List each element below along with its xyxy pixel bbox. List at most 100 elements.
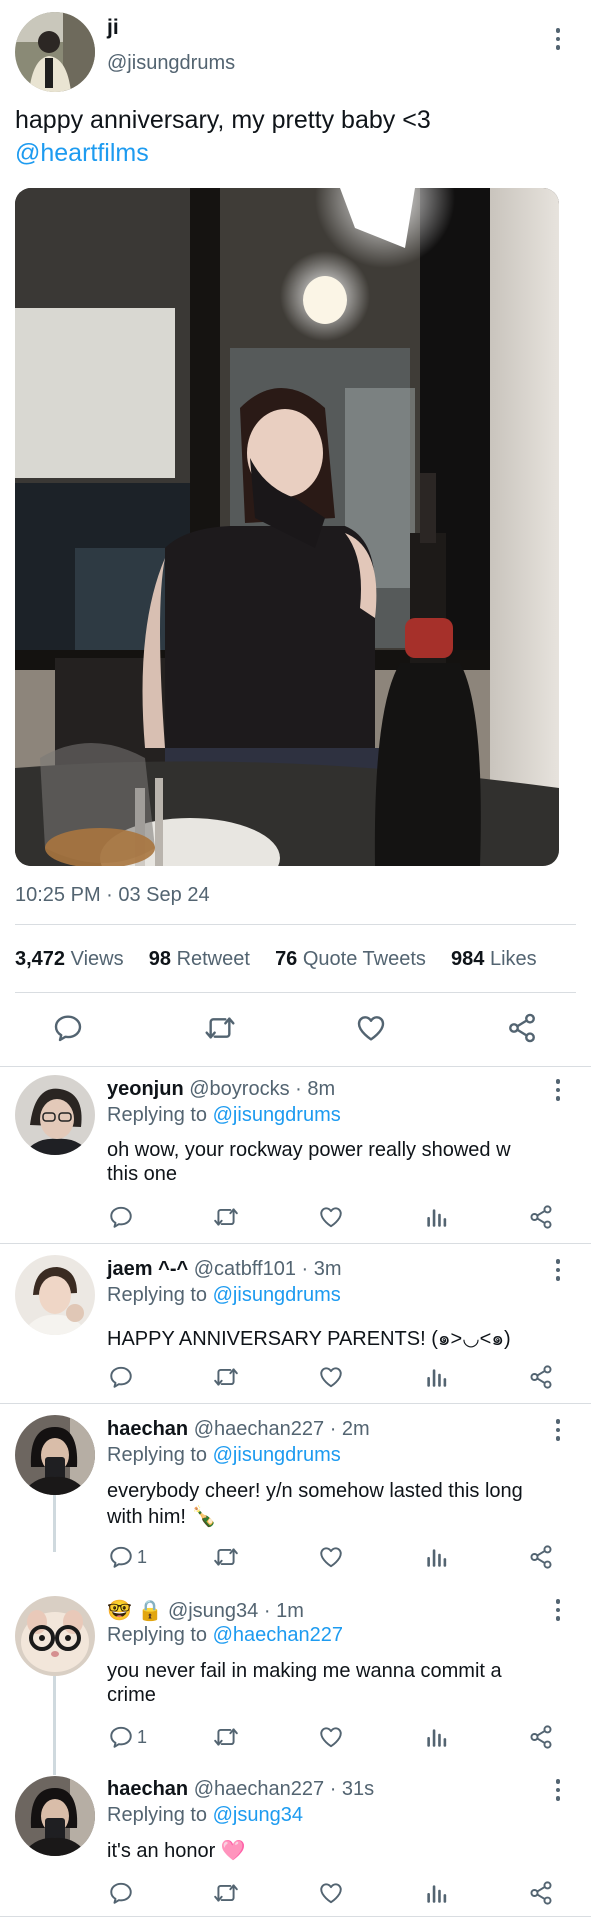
divider xyxy=(0,1066,591,1067)
replying-to-mention[interactable]: @jsung34 xyxy=(213,1804,303,1826)
views-icon[interactable] xyxy=(423,1204,449,1230)
reply-icon[interactable]: 1 xyxy=(108,1544,147,1570)
replying-to: Replying to @jsung34 xyxy=(107,1804,303,1826)
views-icon[interactable] xyxy=(423,1880,449,1906)
quotes-stat[interactable]: 76 Quote Tweets xyxy=(275,948,426,970)
tweet-stats: 3,472 Views 98 Retweet 76 Quote Tweets 9… xyxy=(15,948,537,971)
reply-text-line2: crime xyxy=(107,1684,156,1706)
views-icon[interactable] xyxy=(423,1544,449,1570)
tweet-text: happy anniversary, my pretty baby <3 xyxy=(15,106,431,134)
views-stat[interactable]: 3,472 Views xyxy=(15,948,124,970)
author-avatar[interactable] xyxy=(15,12,95,92)
divider xyxy=(0,1243,591,1244)
share-icon[interactable] xyxy=(528,1204,554,1230)
divider xyxy=(0,1403,591,1404)
reply-header: haechan @haechan227 · 31s xyxy=(107,1778,374,1801)
share-icon[interactable] xyxy=(528,1544,554,1570)
divider xyxy=(15,924,576,925)
reply-header: jaem ^-^ @catbff101 · 3m xyxy=(107,1258,342,1281)
avatar[interactable] xyxy=(15,1776,95,1856)
retweet-icon[interactable] xyxy=(213,1880,239,1906)
divider xyxy=(15,992,576,993)
retweets-stat[interactable]: 98 Retweet xyxy=(149,948,250,970)
reply-icon[interactable] xyxy=(108,1880,134,1906)
reply-text: you never fail in making me wanna commit… xyxy=(107,1660,502,1682)
reply-author-name[interactable]: yeonjun xyxy=(107,1078,184,1100)
avatar[interactable] xyxy=(15,1255,95,1335)
reply-time: · 1m xyxy=(263,1600,304,1622)
avatar[interactable] xyxy=(15,1075,95,1155)
retweet-icon[interactable] xyxy=(213,1724,239,1750)
share-icon[interactable] xyxy=(528,1724,554,1750)
more-icon[interactable] xyxy=(548,1415,568,1445)
heart-icon[interactable] xyxy=(355,1012,387,1044)
replying-to-mention[interactable]: @jisungdrums xyxy=(213,1444,341,1466)
more-icon[interactable] xyxy=(548,1775,568,1805)
reply-text: it's an honor 🩷 xyxy=(107,1840,246,1862)
thread-line xyxy=(53,1495,56,1552)
reply-icon[interactable] xyxy=(108,1204,134,1230)
reply-text-line2: this one xyxy=(107,1163,178,1185)
thread-line xyxy=(53,1676,56,1775)
replying-to: Replying to @jisungdrums xyxy=(107,1284,341,1306)
reply-count: 1 xyxy=(137,1546,148,1567)
reply-text: HAPPY ANNIVERSARY PARENTS! (๑>◡<๑) xyxy=(107,1328,511,1350)
reply-icon[interactable]: 1 xyxy=(108,1724,147,1750)
reply-author-handle[interactable]: @catbff101 xyxy=(194,1258,296,1280)
reply-header: haechan @haechan227 · 2m xyxy=(107,1418,370,1441)
reply-count: 1 xyxy=(137,1726,148,1747)
reply-icon[interactable] xyxy=(108,1364,134,1390)
reply-text-line2: with him! 🍾 xyxy=(107,1506,217,1528)
heart-icon[interactable] xyxy=(318,1204,344,1230)
views-icon[interactable] xyxy=(423,1364,449,1390)
replying-to-mention[interactable]: @jisungdrums xyxy=(213,1284,341,1306)
reply-author-name[interactable]: haechan xyxy=(107,1778,188,1800)
more-icon[interactable] xyxy=(548,1075,568,1105)
share-icon[interactable] xyxy=(528,1364,554,1390)
reply-header: yeonjun @boyrocks · 8m xyxy=(107,1078,335,1101)
reply-author-handle[interactable]: @boyrocks xyxy=(189,1078,289,1100)
avatar[interactable] xyxy=(15,1415,95,1495)
reply-author-name[interactable]: 🤓 🔒 xyxy=(107,1600,162,1622)
heart-icon[interactable] xyxy=(318,1880,344,1906)
avatar[interactable] xyxy=(15,1596,95,1676)
retweet-icon[interactable] xyxy=(213,1364,239,1390)
likes-stat[interactable]: 984 Likes xyxy=(451,948,537,970)
replying-to: Replying to @haechan227 xyxy=(107,1624,344,1646)
reply-time: · 31s xyxy=(329,1778,375,1800)
tweet-timestamp[interactable]: 10:25 PM · 03 Sep 24 xyxy=(15,884,210,907)
divider xyxy=(0,1916,591,1917)
reply-time: · 3m xyxy=(301,1258,342,1280)
heart-icon[interactable] xyxy=(318,1364,344,1390)
share-icon[interactable] xyxy=(528,1880,554,1906)
reply-header: 🤓 🔒 @jsung34 · 1m xyxy=(107,1598,304,1623)
reply-author-name[interactable]: haechan xyxy=(107,1418,188,1440)
reply-author-handle[interactable]: @haechan227 xyxy=(194,1778,324,1800)
replying-to-mention[interactable]: @haechan227 xyxy=(213,1624,343,1646)
tweet-photo[interactable] xyxy=(15,188,559,866)
share-icon[interactable] xyxy=(506,1012,538,1044)
more-icon[interactable] xyxy=(548,24,568,54)
reply-time: · 2m xyxy=(329,1418,370,1440)
heart-icon[interactable] xyxy=(318,1724,344,1750)
retweet-icon[interactable] xyxy=(204,1012,236,1044)
reply-icon[interactable] xyxy=(52,1012,84,1044)
replying-to-mention[interactable]: @jisungdrums xyxy=(213,1104,341,1126)
more-icon[interactable] xyxy=(548,1595,568,1625)
replying-to: Replying to @jisungdrums xyxy=(107,1444,341,1466)
reply-author-name[interactable]: jaem ^-^ xyxy=(107,1258,188,1280)
tweet-mention[interactable]: @heartfilms xyxy=(15,139,149,168)
retweet-icon[interactable] xyxy=(213,1204,239,1230)
views-icon[interactable] xyxy=(423,1724,449,1750)
author-name[interactable]: ji xyxy=(107,16,119,40)
author-handle[interactable]: @jisungdrums xyxy=(107,52,235,75)
reply-text: everybody cheer! y/n somehow lasted this… xyxy=(107,1480,523,1502)
reply-text: oh wow, your rockway power really showed… xyxy=(107,1139,511,1161)
reply-time: · 8m xyxy=(295,1078,336,1100)
reply-author-handle[interactable]: @haechan227 xyxy=(194,1418,324,1440)
replying-to: Replying to @jisungdrums xyxy=(107,1104,341,1126)
more-icon[interactable] xyxy=(548,1255,568,1285)
retweet-icon[interactable] xyxy=(213,1544,239,1570)
reply-author-handle[interactable]: @jsung34 xyxy=(168,1600,258,1622)
heart-icon[interactable] xyxy=(318,1544,344,1570)
